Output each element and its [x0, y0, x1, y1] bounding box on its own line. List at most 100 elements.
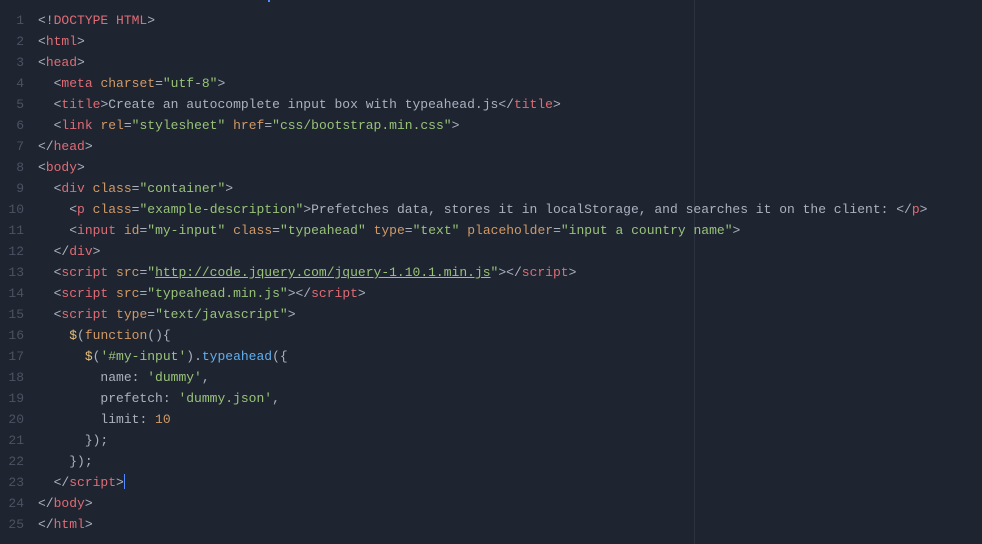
code-token: ({ — [272, 349, 288, 364]
code-line[interactable]: limit: 10 — [38, 409, 982, 430]
code-token: = — [264, 118, 272, 133]
line-number: 22 — [0, 451, 24, 472]
code-line[interactable]: $('#my-input').typeahead({ — [38, 346, 982, 367]
code-token: = — [124, 118, 132, 133]
code-token: "example-description" — [139, 202, 303, 217]
code-token: , — [202, 370, 210, 385]
code-token: type — [116, 307, 147, 322]
code-token: = — [155, 76, 163, 91]
code-line[interactable]: </div> — [38, 241, 982, 262]
code-token: script — [522, 265, 569, 280]
line-number: 25 — [0, 514, 24, 535]
code-editor[interactable]: 1234567891011121314151617181920212223242… — [0, 0, 982, 544]
code-line[interactable]: <html> — [38, 31, 982, 52]
code-line[interactable]: }); — [38, 451, 982, 472]
code-token: > — [85, 139, 93, 154]
code-line[interactable]: name: 'dummy', — [38, 367, 982, 388]
line-number: 7 — [0, 136, 24, 157]
code-line[interactable]: <script src="http://code.jquery.com/jque… — [38, 262, 982, 283]
code-token: script — [69, 475, 116, 490]
line-number: 18 — [0, 367, 24, 388]
code-token: > — [920, 202, 928, 217]
code-line[interactable]: </body> — [38, 493, 982, 514]
code-token: head — [46, 55, 77, 70]
code-token: < — [38, 34, 46, 49]
line-number: 16 — [0, 325, 24, 346]
code-token: "css/bootstrap.min.css" — [272, 118, 451, 133]
code-line[interactable]: </html> — [38, 514, 982, 535]
code-line[interactable]: </head> — [38, 136, 982, 157]
code-line[interactable]: <p class="example-description">Prefetche… — [38, 199, 982, 220]
code-token: id — [124, 223, 140, 238]
code-token: </ — [498, 97, 514, 112]
code-token: = — [405, 223, 413, 238]
code-token: "text/javascript" — [155, 307, 288, 322]
code-line[interactable]: <script type="text/javascript"> — [38, 304, 982, 325]
code-line[interactable]: </script> — [38, 472, 982, 493]
code-area[interactable]: <!DOCTYPE HTML><html><head> <meta charse… — [34, 0, 982, 544]
code-line[interactable]: <link rel="stylesheet" href="css/bootstr… — [38, 115, 982, 136]
code-token: < — [38, 160, 46, 175]
code-token: script — [61, 265, 108, 280]
code-token: > — [77, 160, 85, 175]
line-number: 10 — [0, 199, 24, 220]
code-token: charset — [100, 76, 155, 91]
line-number: 2 — [0, 31, 24, 52]
code-line[interactable]: <body> — [38, 157, 982, 178]
code-token: </ — [896, 202, 912, 217]
code-token: script — [61, 307, 108, 322]
code-token — [108, 286, 116, 301]
code-token: Prefetches data, stores it in localStora… — [311, 202, 896, 217]
code-token: title — [61, 97, 100, 112]
code-token: 10 — [155, 412, 171, 427]
code-token: > — [77, 55, 85, 70]
code-token: function — [85, 328, 147, 343]
code-token: (){ — [147, 328, 170, 343]
line-number: 5 — [0, 94, 24, 115]
line-number: 20 — [0, 409, 24, 430]
code-token: }); — [69, 454, 92, 469]
line-number: 15 — [0, 304, 24, 325]
code-token: body — [54, 496, 85, 511]
code-line[interactable]: <div class="container"> — [38, 178, 982, 199]
line-number: 17 — [0, 346, 24, 367]
code-token: > — [553, 97, 561, 112]
code-token: "input a country name" — [561, 223, 733, 238]
code-token: class — [93, 202, 132, 217]
code-token — [225, 118, 233, 133]
code-line[interactable]: <meta charset="utf-8"> — [38, 73, 982, 94]
code-line[interactable]: <head> — [38, 52, 982, 73]
code-line[interactable]: <script src="typeahead.min.js"></script> — [38, 283, 982, 304]
code-token: body — [46, 160, 77, 175]
code-line[interactable]: $(function(){ — [38, 325, 982, 346]
code-line[interactable]: <input id="my-input" class="typeahead" t… — [38, 220, 982, 241]
code-token: < — [38, 55, 46, 70]
code-token: '#my-input' — [100, 349, 186, 364]
code-line[interactable]: }); — [38, 430, 982, 451]
line-number: 21 — [0, 430, 24, 451]
code-line[interactable]: prefetch: 'dummy.json', — [38, 388, 982, 409]
code-token: head — [54, 139, 85, 154]
code-token: "stylesheet" — [132, 118, 226, 133]
code-token: typeahead — [202, 349, 272, 364]
code-token: DOCTYPE HTML — [54, 13, 148, 28]
code-token: </ — [54, 475, 70, 490]
code-token: 'dummy' — [147, 370, 202, 385]
code-token: > — [733, 223, 741, 238]
code-token: = — [553, 223, 561, 238]
code-token: : — [139, 412, 155, 427]
code-line[interactable]: <!DOCTYPE HTML> — [38, 10, 982, 31]
code-token: </ — [38, 139, 54, 154]
code-token: src — [116, 286, 139, 301]
code-token — [85, 181, 93, 196]
code-token: src — [116, 265, 139, 280]
line-number: 11 — [0, 220, 24, 241]
code-token: script — [61, 286, 108, 301]
code-line[interactable]: <title>Create an autocomplete input box … — [38, 94, 982, 115]
code-token: prefetch — [100, 391, 162, 406]
code-token: <! — [38, 13, 54, 28]
code-token: = — [147, 307, 155, 322]
text-cursor — [124, 474, 125, 489]
code-token: p — [912, 202, 920, 217]
line-number: 19 — [0, 388, 24, 409]
